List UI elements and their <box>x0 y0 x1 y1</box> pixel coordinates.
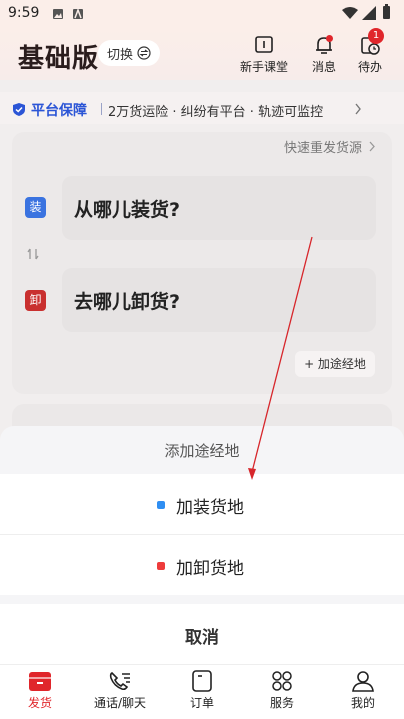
app-header: 基础版 切换 新手课堂 消息 待办 1 <box>0 28 404 80</box>
wifi-icon <box>342 7 358 19</box>
load-tag: 装 <box>25 197 46 218</box>
chevron-right-icon <box>369 141 376 152</box>
load-location-field[interactable]: 从哪儿装货? <box>62 176 376 240</box>
image-icon <box>53 9 63 19</box>
unload-location-field[interactable]: 去哪儿卸货? <box>62 268 376 332</box>
add-stop-button[interactable]: + 加途经地 <box>295 351 375 377</box>
tab-ship-label: 发货 <box>27 696 52 710</box>
bottom-tab-bar: 发货 通话/聊天 订单 服务 我的 <box>0 664 404 719</box>
platform-guarantee-bar[interactable]: 平台保障 2万货运险 · 纠纷有平台 · 轨迹可监控 <box>0 92 404 124</box>
add-unload-location-label: 加卸货地 <box>176 559 244 579</box>
phone-chat-icon <box>109 672 130 691</box>
grid-services-icon <box>272 671 292 691</box>
tab-mine-label: 我的 <box>350 696 375 710</box>
quick-reissue-link[interactable]: 快速重发货源 <box>284 137 376 156</box>
battery-icon <box>383 4 390 19</box>
swap-circle-icon <box>137 46 151 60</box>
tab-services-label: 服务 <box>269 696 294 710</box>
unload-location-placeholder: 去哪儿卸货? <box>74 291 181 313</box>
truck-box-icon <box>29 672 51 691</box>
beginner-class-button[interactable]: 新手课堂 <box>234 34 294 75</box>
sheet-title: 添加途经地 <box>164 442 240 460</box>
status-bar: 9:59 <box>0 0 404 28</box>
messages-unread-dot <box>326 35 333 42</box>
status-time: 9:59 <box>8 5 40 21</box>
order-icon <box>192 670 212 692</box>
user-icon <box>352 671 374 692</box>
brand-title: 基础版 <box>18 44 100 74</box>
unload-tag: 卸 <box>25 290 46 311</box>
tab-call-chat[interactable]: 通话/聊天 <box>80 669 160 711</box>
swap-vertical-icon[interactable] <box>26 247 40 261</box>
tab-orders[interactable]: 订单 <box>162 669 242 711</box>
tab-mine[interactable]: 我的 <box>323 669 403 711</box>
switch-label: 切换 <box>106 47 133 63</box>
chevron-right-icon <box>355 103 361 115</box>
tab-orders-label: 订单 <box>189 696 214 710</box>
beginner-class-label: 新手课堂 <box>239 60 288 74</box>
app-a-icon <box>73 8 83 19</box>
guarantee-divider <box>101 103 102 115</box>
cancel-button[interactable]: 取消 <box>0 604 404 664</box>
switch-version-button[interactable]: 切换 <box>98 40 160 66</box>
add-load-location-label: 加装货地 <box>176 498 244 518</box>
guarantee-text: 2万货运险 · 纠纷有平台 · 轨迹可监控 <box>108 105 324 120</box>
tab-call-chat-label: 通话/聊天 <box>93 696 147 710</box>
todo-count-badge: 1 <box>368 28 384 44</box>
add-load-location-option[interactable]: 加装货地 <box>0 474 404 534</box>
add-unload-location-option[interactable]: 加卸货地 <box>0 535 404 595</box>
guarantee-title: 平台保障 <box>31 103 87 119</box>
todo-label: 待办 <box>357 60 382 74</box>
book-icon <box>255 36 273 53</box>
signal-icon <box>362 6 376 20</box>
cancel-label: 取消 <box>185 628 219 648</box>
messages-label: 消息 <box>311 60 336 74</box>
shield-check-icon <box>13 103 25 116</box>
tab-ship[interactable]: 发货 <box>0 669 80 711</box>
load-location-placeholder: 从哪儿装货? <box>74 199 181 221</box>
quick-reissue-label: 快速重发货源 <box>284 141 363 156</box>
tab-services[interactable]: 服务 <box>242 669 322 711</box>
